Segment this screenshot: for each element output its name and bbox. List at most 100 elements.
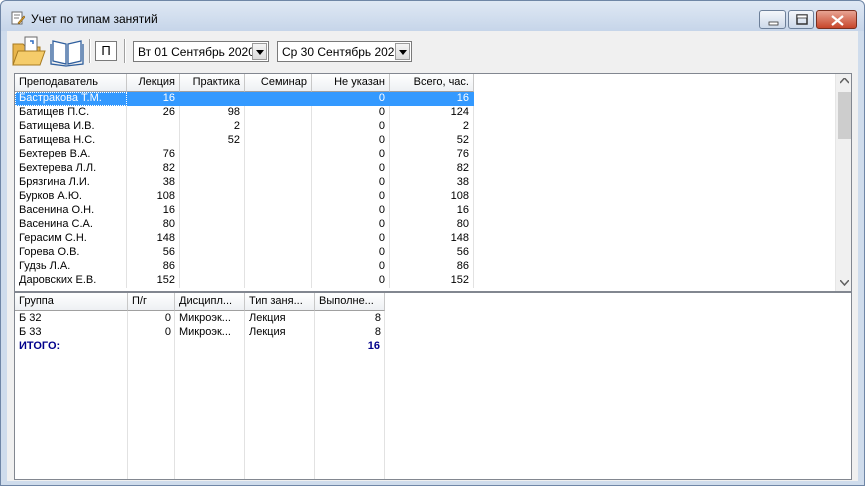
practice-hours	[180, 162, 245, 176]
app-window: Учет по типам занятий П Вт 01 Сентябрь 2…	[0, 0, 865, 486]
teacher-row[interactable]: Батищева Н.С. 52 0 52	[15, 134, 474, 148]
client-area: П Вт 01 Сентябрь 2020 Ср 30 Сентябрь 202…	[7, 31, 858, 481]
minimize-button[interactable]	[759, 10, 786, 29]
column-header-teacher[interactable]: Преподаватель	[15, 74, 127, 92]
total-value: 16	[315, 340, 385, 354]
practice-hours	[180, 260, 245, 274]
window-title: Учет по типам занятий	[31, 12, 158, 26]
close-icon	[831, 15, 844, 26]
column-header-total-hours[interactable]: Всего, час.	[390, 74, 474, 92]
toolbar-separator	[89, 39, 91, 63]
teacher-name: Бехтерева Л.Л.	[15, 162, 127, 176]
column-header-seminar[interactable]: Семинар	[245, 74, 312, 92]
teacher-row[interactable]: Бехтерева Л.Л. 82 0 82	[15, 162, 474, 176]
teacher-row[interactable]: Брязгина Л.И. 38 0 38	[15, 176, 474, 190]
teacher-row[interactable]: Даровских Е.В. 152 0 152	[15, 274, 474, 288]
subgroup: 0	[164, 326, 171, 338]
teacher-name: Батищева Н.С.	[15, 134, 127, 148]
group-row[interactable]: Б 32 0 Микроэк... Лекция 8	[15, 312, 385, 326]
column-header-group[interactable]: Группа	[15, 293, 128, 311]
title-bar[interactable]: Учет по типам занятий	[1, 1, 864, 31]
chevron-down-icon	[256, 50, 264, 55]
teacher-row[interactable]: Васенина С.А. 80 0 80	[15, 218, 474, 232]
scroll-down-icon[interactable]	[840, 280, 849, 286]
seminar-hours	[245, 274, 312, 288]
p-toggle-button[interactable]: П	[95, 41, 117, 61]
lesson-type: Лекция	[249, 326, 286, 338]
teacher-row[interactable]: Гудзь Л.А. 86 0 86	[15, 260, 474, 274]
practice-hours	[180, 246, 245, 260]
date-to-value: Ср 30 Сентябрь 2020	[282, 45, 402, 59]
teacher-row[interactable]: Батищева И.В. 2 0 2	[15, 120, 474, 134]
column-header-discipline[interactable]: Дисципл...	[175, 293, 245, 311]
toolbar-separator	[124, 39, 126, 63]
seminar-hours	[245, 134, 312, 148]
completed-hours: 8	[374, 326, 381, 338]
unspecified-hours: 0	[312, 232, 390, 246]
open-folder-icon[interactable]	[12, 35, 46, 67]
vertical-scrollbar[interactable]	[835, 74, 851, 291]
seminar-hours	[245, 106, 312, 120]
teacher-name: Гудзь Л.А.	[15, 260, 127, 274]
date-from-select[interactable]: Вт 01 Сентябрь 2020	[133, 41, 269, 62]
teacher-row[interactable]: Герасим С.Н. 148 0 148	[15, 232, 474, 246]
total-hours: 76	[390, 148, 474, 162]
book-icon[interactable]	[50, 35, 84, 67]
seminar-hours	[245, 232, 312, 246]
teacher-row[interactable]: Горева О.В. 56 0 56	[15, 246, 474, 260]
seminar-hours	[245, 162, 312, 176]
group-name: Б 33	[19, 326, 42, 338]
chevron-down-icon	[399, 50, 407, 55]
dropdown-button[interactable]	[252, 43, 267, 60]
practice-hours	[180, 232, 245, 246]
minimize-icon	[768, 21, 779, 26]
column-header-lecture[interactable]: Лекция	[127, 74, 180, 92]
unspecified-hours: 0	[312, 274, 390, 288]
seminar-hours	[245, 92, 312, 106]
lecture-hours: 16	[127, 204, 180, 218]
total-hours: 86	[390, 260, 474, 274]
scroll-up-icon[interactable]	[840, 78, 849, 84]
column-header-lesson-type[interactable]: Тип заня...	[245, 293, 315, 311]
discipline: Микроэк...	[179, 312, 231, 324]
teachers-table[interactable]: Преподаватель Лекция Практика Семинар Не…	[14, 73, 852, 292]
lecture-hours: 148	[127, 232, 180, 246]
unspecified-hours: 0	[312, 190, 390, 204]
edit-document-icon	[11, 11, 25, 25]
practice-hours	[180, 274, 245, 288]
lecture-hours: 56	[127, 246, 180, 260]
practice-hours	[180, 148, 245, 162]
teacher-row[interactable]: Васенина О.Н. 16 0 16	[15, 204, 474, 218]
groups-table[interactable]: Группа П/г Дисципл... Тип заня... Выполн…	[14, 292, 852, 480]
lecture-hours: 86	[127, 260, 180, 274]
unspecified-hours: 0	[312, 218, 390, 232]
seminar-hours	[245, 176, 312, 190]
scrollbar-thumb[interactable]	[838, 92, 851, 139]
maximize-button[interactable]	[788, 10, 814, 29]
practice-hours: 52	[180, 134, 245, 148]
teacher-name: Герасим С.Н.	[15, 232, 127, 246]
teacher-row[interactable]: Батищев П.С. 26 98 0 124	[15, 106, 474, 120]
teacher-row[interactable]: Бурков А.Ю. 108 0 108	[15, 190, 474, 204]
teacher-row[interactable]: Бастракова Т.М. 16 0 16	[15, 92, 474, 106]
date-to-select[interactable]: Ср 30 Сентябрь 2020	[277, 41, 412, 62]
column-header-practice[interactable]: Практика	[180, 74, 245, 92]
close-button[interactable]	[816, 10, 857, 29]
lecture-hours	[127, 120, 180, 134]
column-header-completed[interactable]: Выполне...	[315, 293, 385, 311]
column-header-unspecified[interactable]: Не указан	[312, 74, 390, 92]
unspecified-hours: 0	[312, 260, 390, 274]
group-row[interactable]: Б 33 0 Микроэк... Лекция 8	[15, 326, 385, 340]
total-hours: 108	[390, 190, 474, 204]
practice-hours: 2	[180, 120, 245, 134]
total-hours: 52	[390, 134, 474, 148]
teacher-row[interactable]: Бехтерев В.А. 76 0 76	[15, 148, 474, 162]
dropdown-button[interactable]	[395, 43, 410, 60]
unspecified-hours: 0	[312, 106, 390, 120]
teacher-name: Васенина О.Н.	[15, 204, 127, 218]
toolbar: П Вт 01 Сентябрь 2020 Ср 30 Сентябрь 202…	[7, 31, 858, 71]
seminar-hours	[245, 218, 312, 232]
column-header-subgroup[interactable]: П/г	[128, 293, 175, 311]
seminar-hours	[245, 246, 312, 260]
unspecified-hours: 0	[312, 148, 390, 162]
